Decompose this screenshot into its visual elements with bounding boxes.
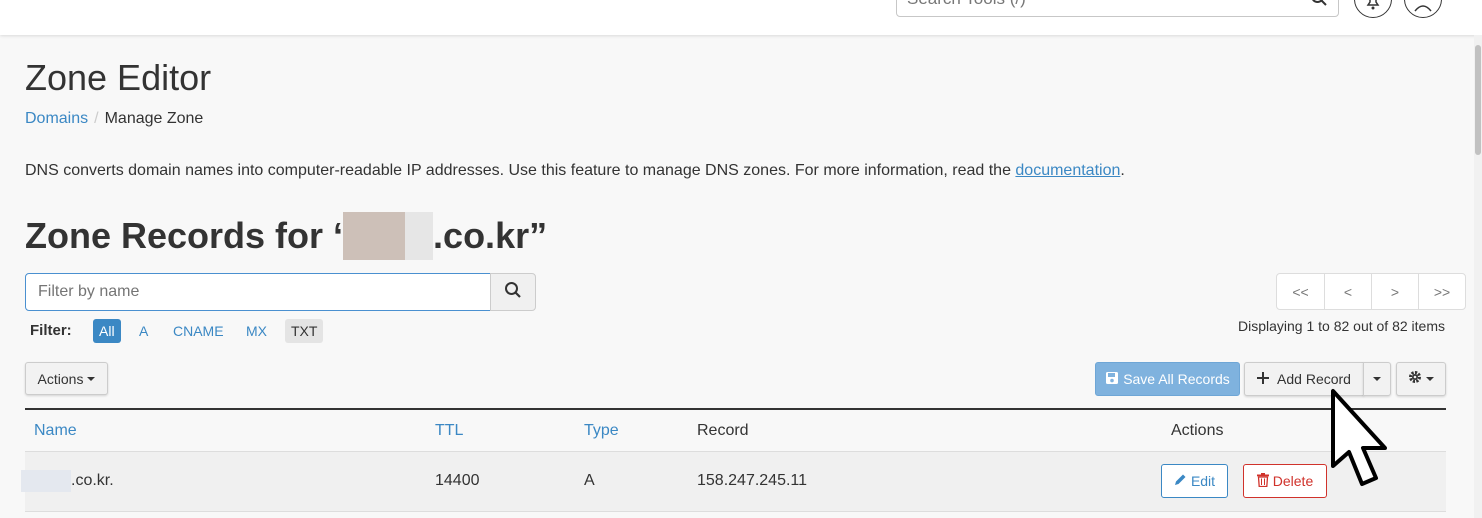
zone-records-table: Name TTL Type Record Actions .co.kr. 144… bbox=[21, 408, 1446, 512]
edit-label: Edit bbox=[1190, 473, 1216, 489]
documentation-link[interactable]: documentation bbox=[1015, 162, 1120, 179]
scrollbar-thumb[interactable] bbox=[1475, 45, 1481, 155]
first-page-button[interactable]: << bbox=[1277, 274, 1324, 309]
filter-search-button[interactable] bbox=[490, 273, 536, 311]
search-tools-placeholder: Search Tools (/) bbox=[907, 0, 1026, 8]
description-text: DNS converts domain names into computer-… bbox=[25, 162, 1016, 179]
description-end: . bbox=[1120, 162, 1125, 179]
save-all-records-label: Save All Records bbox=[1123, 371, 1230, 387]
search-icon[interactable] bbox=[1310, 0, 1328, 12]
delete-label: Delete bbox=[1272, 473, 1314, 489]
settings-dropdown-button[interactable] bbox=[1396, 362, 1446, 396]
column-header-record: Record bbox=[697, 422, 749, 439]
column-header-type[interactable]: Type bbox=[584, 422, 619, 440]
record-value: 158.247.245.11 bbox=[697, 472, 808, 489]
actions-dropdown-button[interactable]: Actions bbox=[25, 362, 108, 395]
search-tools-input[interactable]: Search Tools (/) bbox=[896, 0, 1339, 17]
filter-chip-all[interactable]: All bbox=[93, 319, 121, 343]
zone-heading-suffix: .co.kr” bbox=[433, 215, 548, 256]
save-icon bbox=[1105, 371, 1119, 388]
redacted-name bbox=[21, 470, 71, 492]
save-all-records-button[interactable]: Save All Records bbox=[1095, 362, 1240, 396]
filter-by-name-input[interactable] bbox=[25, 273, 491, 311]
column-header-ttl[interactable]: TTL bbox=[435, 422, 463, 440]
zone-records-heading: Zone Records for ‘ .co.kr” bbox=[25, 212, 547, 260]
record-ttl: 14400 bbox=[435, 472, 480, 489]
actions-label: Actions bbox=[37, 370, 84, 387]
plus-icon bbox=[1257, 371, 1270, 387]
search-icon bbox=[504, 281, 522, 303]
bell-icon[interactable] bbox=[1354, 0, 1392, 18]
breadcrumb: Domains / Manage Zone bbox=[25, 110, 203, 128]
pencil-icon bbox=[1174, 473, 1187, 489]
filter-chip-txt[interactable]: TXT bbox=[285, 319, 324, 343]
column-header-name[interactable]: Name bbox=[34, 422, 77, 440]
mouse-pointer-icon bbox=[1330, 388, 1402, 498]
top-bar: Search Tools (/) bbox=[0, 0, 1482, 35]
page-scrollbar[interactable] bbox=[1474, 35, 1482, 518]
next-page-button[interactable]: > bbox=[1371, 274, 1418, 309]
pagination-status: Displaying 1 to 82 out of 82 items bbox=[1237, 318, 1445, 334]
delete-record-button[interactable]: Delete bbox=[1243, 464, 1327, 498]
zone-heading-prefix: Zone Records for ‘ bbox=[25, 215, 344, 256]
trash-icon bbox=[1256, 472, 1269, 490]
breadcrumb-separator: / bbox=[94, 110, 99, 127]
edit-record-button[interactable]: Edit bbox=[1161, 464, 1228, 498]
page-title: Zone Editor bbox=[25, 57, 212, 98]
page-description: DNS converts domain names into computer-… bbox=[25, 162, 1125, 180]
prev-page-button[interactable]: < bbox=[1324, 274, 1371, 309]
add-record-label: Add Record bbox=[1277, 371, 1351, 387]
chevron-down-icon bbox=[87, 376, 96, 381]
chevron-down-icon bbox=[1373, 377, 1381, 381]
record-name-text: .co.kr. bbox=[71, 472, 114, 490]
column-header-actions: Actions bbox=[1171, 422, 1224, 439]
pagination: << < > >> bbox=[1276, 273, 1466, 310]
user-icon[interactable] bbox=[1404, 0, 1442, 18]
table-header: Name TTL Type Record Actions bbox=[25, 410, 1446, 452]
gear-icon bbox=[1408, 370, 1422, 388]
breadcrumb-manage-zone: Manage Zone bbox=[104, 110, 204, 127]
last-page-button[interactable]: >> bbox=[1418, 274, 1465, 309]
filter-chip-cname[interactable]: CNAME bbox=[167, 319, 230, 343]
chevron-down-icon bbox=[1426, 377, 1434, 381]
redacted-domain bbox=[343, 212, 406, 260]
redacted-domain-light bbox=[405, 212, 434, 260]
filter-label: Filter: bbox=[30, 322, 72, 339]
filter-chip-a[interactable]: A bbox=[133, 319, 154, 343]
filter-chip-mx[interactable]: MX bbox=[240, 319, 273, 343]
table-row: .co.kr. 14400 A 158.247.245.11 Edit Dele… bbox=[21, 452, 1446, 512]
breadcrumb-domains[interactable]: Domains bbox=[25, 110, 88, 127]
record-type: A bbox=[584, 472, 595, 489]
record-name: .co.kr. bbox=[21, 470, 114, 492]
